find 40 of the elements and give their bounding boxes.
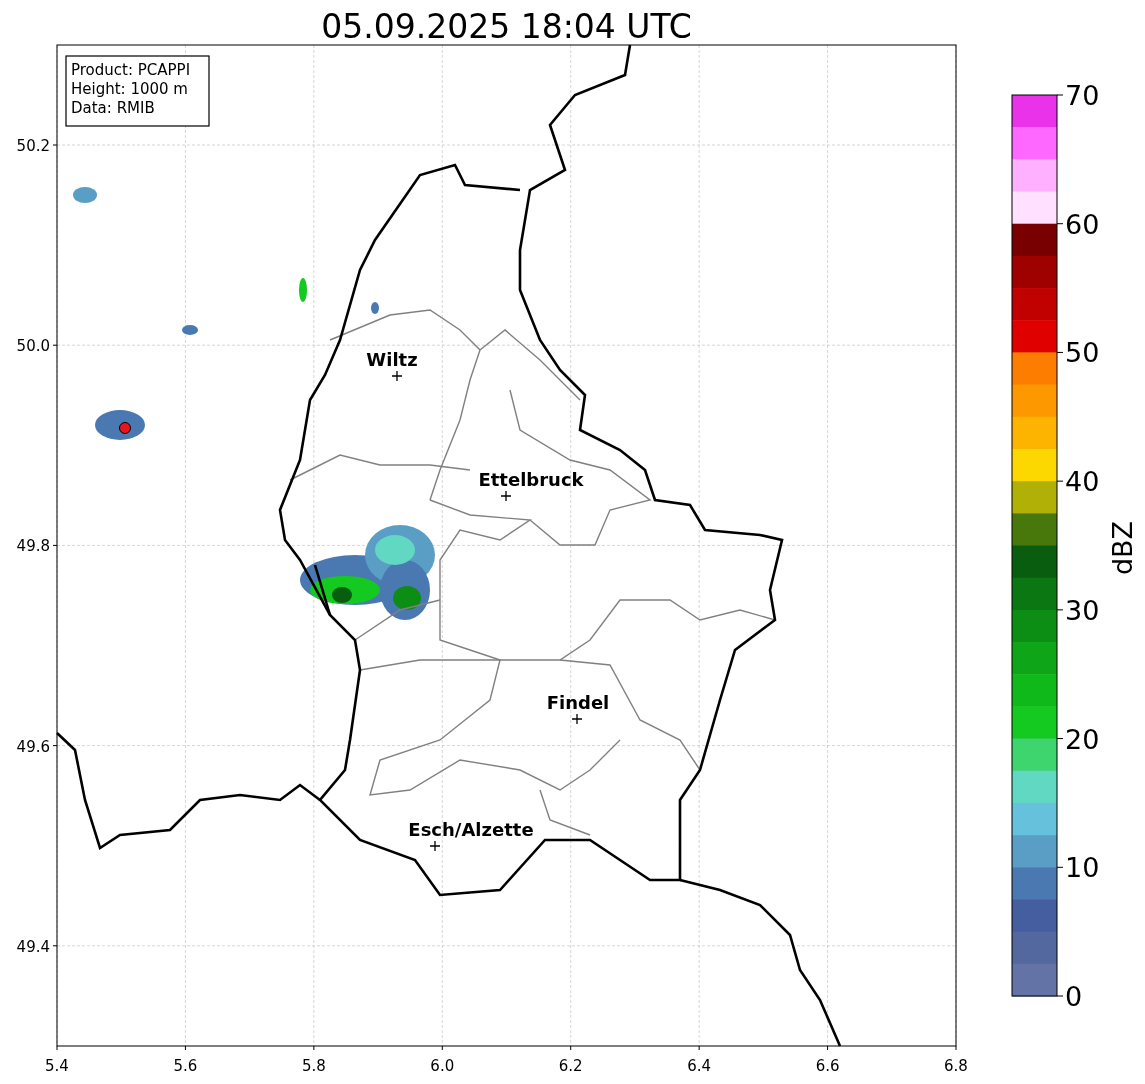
colorbar-tick-label: 0	[1065, 981, 1083, 1012]
y-tick-label: 49.4	[16, 937, 50, 956]
x-tick-label: 6.2	[558, 1057, 583, 1075]
x-tick-label: 5.8	[301, 1057, 326, 1075]
y-tick-label: 50.2	[16, 137, 50, 155]
info-text: Data: RMIB	[71, 99, 155, 117]
radar-echo	[371, 302, 379, 314]
map-title: 05.09.2025 18:04 UTC	[321, 7, 692, 46]
y-tick-label: 49.6	[16, 737, 50, 756]
colorbar-tick-label: 60	[1065, 208, 1100, 240]
city-marker	[429, 840, 441, 852]
city-label: Wiltz	[366, 349, 418, 370]
city-label: Ettelbruck	[478, 469, 584, 490]
y-tick-label: 50.0	[16, 337, 50, 356]
colorbar-label: dBZ	[1107, 520, 1138, 576]
colorbar-tick-label: 70	[1065, 80, 1100, 111]
x-tick-label: 6.0	[430, 1057, 455, 1075]
city-label: Esch/Alzette	[408, 819, 534, 840]
radar-echo	[73, 187, 97, 203]
x-tick-label: 6.8	[944, 1057, 968, 1075]
x-tick-label: 6.4	[687, 1057, 712, 1075]
info-text: Product: PCAPPI	[71, 61, 191, 79]
colorbar-tick-label: 10	[1065, 852, 1100, 884]
y-tick-label: 49.8	[16, 537, 50, 556]
radar-echo	[299, 278, 307, 302]
colorbar-tick-label: 40	[1065, 466, 1100, 498]
city-marker	[391, 370, 403, 382]
radar-site-marker	[119, 422, 131, 434]
city-marker	[500, 490, 512, 502]
radar-echo	[182, 325, 198, 335]
info-text: Height: 1000 m	[71, 80, 188, 98]
colorbar-tick-label: 50	[1065, 337, 1100, 369]
x-tick-label: 5.6	[173, 1057, 198, 1075]
colorbar-tick-label: 20	[1065, 723, 1100, 755]
radar-echo	[95, 410, 145, 440]
city-marker	[571, 713, 583, 725]
x-tick-label: 5.4	[45, 1057, 69, 1075]
x-tick-label: 6.6	[815, 1057, 840, 1075]
city-label: Findel	[546, 692, 610, 713]
colorbar-tick-label: 30	[1065, 594, 1100, 626]
